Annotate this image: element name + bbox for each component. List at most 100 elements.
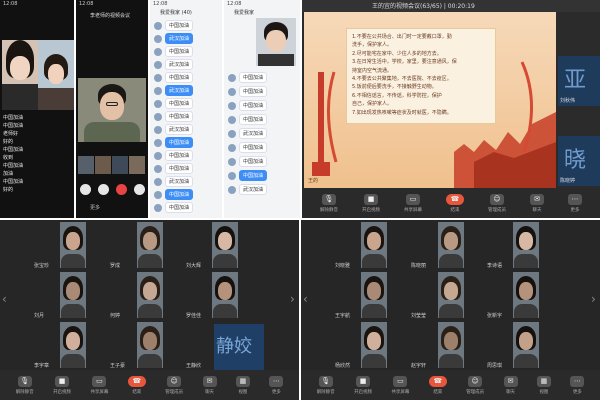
- share-icon: ▭: [406, 193, 420, 205]
- chat-button[interactable]: ✉ 聊天: [530, 193, 544, 213]
- avatar[interactable]: [154, 164, 162, 173]
- more-button[interactable]: ⋯ 更多: [570, 375, 585, 395]
- end-button[interactable]: ☎ 结束: [428, 375, 447, 395]
- video-tile[interactable]: [513, 272, 539, 318]
- share-screen-button[interactable]: ▭ 共享屏幕: [404, 193, 422, 213]
- next-page-icon[interactable]: ›: [591, 292, 599, 308]
- next-page-icon[interactable]: ›: [290, 292, 298, 308]
- avatar[interactable]: [154, 73, 162, 82]
- manage-members-button[interactable]: ☺ 管理成员: [165, 375, 183, 395]
- video-tile[interactable]: [361, 272, 387, 318]
- avatar[interactable]: [228, 87, 236, 96]
- avatar[interactable]: [154, 190, 162, 199]
- video-tile[interactable]: [60, 222, 86, 268]
- avatar[interactable]: [228, 115, 236, 124]
- avatar[interactable]: [154, 177, 162, 186]
- unmute-button[interactable]: 🎙 解除静音: [317, 375, 335, 395]
- prev-page-icon[interactable]: ‹: [2, 292, 10, 308]
- speaker-icon[interactable]: [133, 184, 145, 195]
- share-screen-button[interactable]: ▭ 共享屏幕: [391, 375, 409, 395]
- message-bubble: 中国加油: [165, 137, 194, 148]
- thumbnail-video[interactable]: [112, 156, 128, 174]
- person-face: [444, 282, 458, 300]
- avatar[interactable]: [228, 129, 236, 138]
- start-video-button[interactable]: ■ 开启视频: [53, 375, 71, 395]
- person-body: [514, 254, 538, 268]
- start-video-button[interactable]: ■ 开启视频: [362, 193, 380, 213]
- message-bubble: 中国加油: [165, 202, 194, 213]
- avatar[interactable]: [154, 112, 162, 121]
- prev-page-icon[interactable]: ‹: [303, 292, 311, 308]
- video-tile[interactable]: 晓 陈晓婷: [558, 136, 600, 186]
- video-tile[interactable]: [438, 222, 464, 268]
- video-tile[interactable]: [438, 272, 464, 318]
- main-video[interactable]: [78, 78, 146, 142]
- unmute-button[interactable]: 🎙 解除静音: [320, 193, 338, 213]
- avatar[interactable]: [154, 99, 162, 108]
- thumbnail-video[interactable]: [95, 156, 111, 174]
- view-button[interactable]: ▦ 视图: [536, 375, 551, 395]
- video-tile[interactable]: [361, 222, 387, 268]
- video-tile[interactable]: [38, 40, 74, 110]
- avatar[interactable]: [154, 34, 162, 43]
- avatar[interactable]: [154, 203, 162, 212]
- video-tile[interactable]: [137, 322, 163, 368]
- chat-line: 中国加油: [3, 123, 24, 129]
- chat-line: 好的: [3, 187, 14, 193]
- avatar[interactable]: [228, 185, 236, 194]
- video-tile[interactable]: [212, 222, 238, 268]
- start-video-button[interactable]: ■ 开启视频: [354, 375, 372, 395]
- avatar[interactable]: [154, 125, 162, 134]
- video-tile[interactable]: [137, 272, 163, 318]
- video-tile[interactable]: [513, 222, 539, 268]
- avatar[interactable]: [154, 86, 162, 95]
- avatar[interactable]: [228, 101, 236, 110]
- manage-members-button[interactable]: ☺ 管理成员: [466, 375, 484, 395]
- video-tile[interactable]: [2, 40, 38, 110]
- view-button[interactable]: ▦ 视图: [235, 375, 250, 395]
- video-tile[interactable]: [361, 322, 387, 368]
- participant-name: 罗佳佳: [186, 313, 202, 319]
- video-tile[interactable]: [137, 222, 163, 268]
- chat-button[interactable]: ✉ 聊天: [503, 375, 518, 395]
- person-face: [66, 232, 80, 250]
- camera-icon[interactable]: [97, 184, 109, 195]
- thumbnail-video[interactable]: [129, 156, 145, 174]
- avatar[interactable]: [228, 157, 236, 166]
- avatar[interactable]: [154, 47, 162, 56]
- mic-icon[interactable]: [79, 184, 91, 195]
- more-button[interactable]: ⋯ 更多: [269, 375, 284, 395]
- video-tile[interactable]: [60, 322, 86, 368]
- chat-message: 中国加油: [228, 142, 268, 153]
- end-button[interactable]: ☎ 结束: [446, 193, 464, 213]
- video-tile[interactable]: 亚 刘秋伟: [558, 56, 600, 106]
- manage-members-button[interactable]: ☺ 管理成员: [488, 193, 506, 213]
- avatar[interactable]: [228, 171, 236, 180]
- chat-line: 中国加油: [3, 163, 24, 169]
- unmute-button[interactable]: 🎙 解除静音: [16, 375, 34, 395]
- notice-line: 持室内空气流通。: [352, 67, 393, 74]
- video-tile[interactable]: [438, 322, 464, 368]
- avatar[interactable]: [228, 73, 236, 82]
- video-tile[interactable]: [60, 272, 86, 318]
- message-bubble: 中国加油: [239, 114, 268, 125]
- thumbnail-video[interactable]: [78, 156, 94, 174]
- participant-name: 周思琪: [487, 363, 503, 369]
- hangup-icon: ☎: [428, 375, 447, 387]
- more-button[interactable]: ⋯ 更多: [568, 193, 582, 213]
- video-tile[interactable]: [212, 272, 238, 318]
- chat-button[interactable]: ✉ 聊天: [202, 375, 217, 395]
- avatar[interactable]: [228, 143, 236, 152]
- hangup-icon[interactable]: [115, 184, 127, 195]
- avatar[interactable]: [154, 138, 162, 147]
- share-icon: ▭: [393, 375, 408, 387]
- video-popup[interactable]: [256, 18, 296, 66]
- avatar[interactable]: [154, 151, 162, 160]
- video-tile[interactable]: [513, 322, 539, 368]
- end-button[interactable]: ☎ 结束: [127, 375, 146, 395]
- share-screen-button[interactable]: ▭ 共享屏幕: [90, 375, 108, 395]
- avatar[interactable]: [154, 21, 162, 30]
- video-tile-avatar[interactable]: 静姣: [214, 324, 264, 374]
- shared-slide[interactable]: 1.不要在公共场合、出门时一定要戴口罩，勤 洗手，保护家人。 2.尽可能宅在家中、…: [304, 12, 556, 188]
- avatar[interactable]: [154, 60, 162, 69]
